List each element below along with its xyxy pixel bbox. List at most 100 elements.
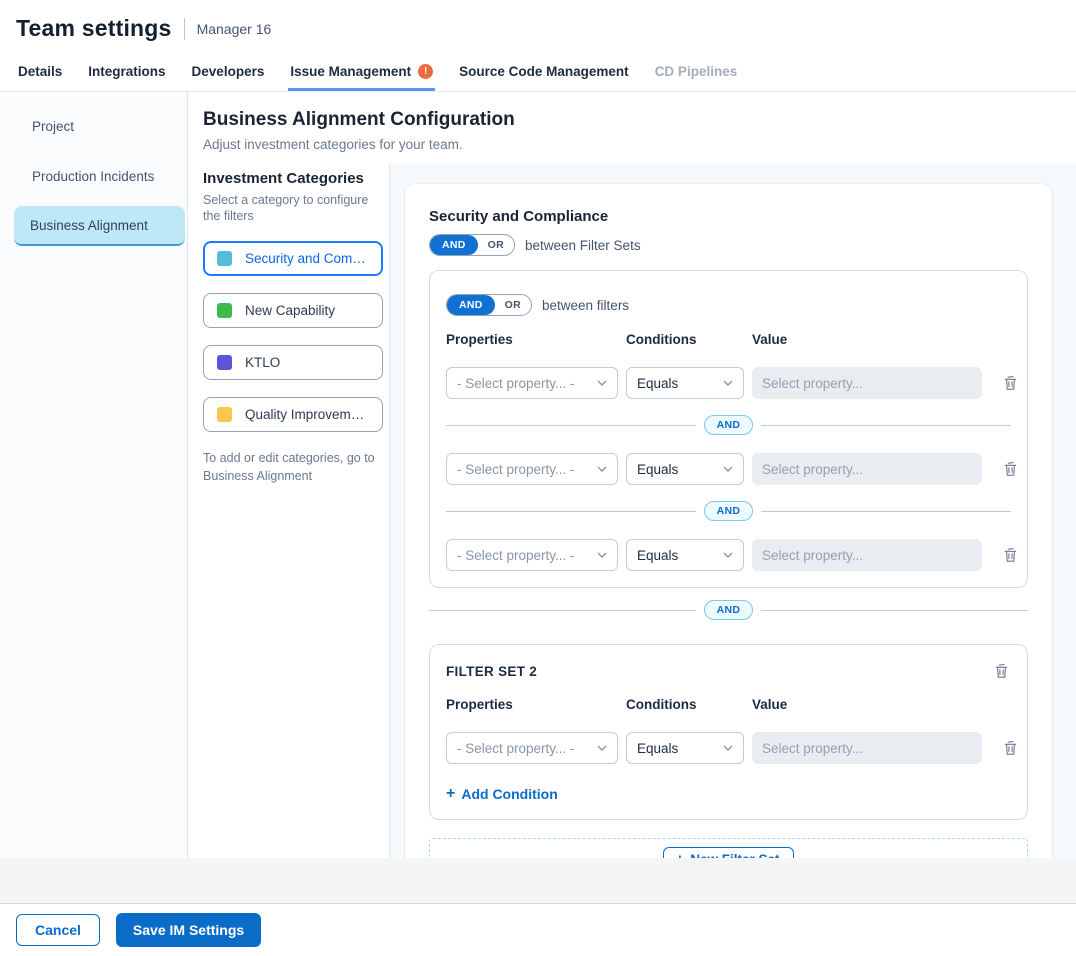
- trash-icon: [1003, 461, 1018, 477]
- tab-developers[interactable]: Developers: [190, 54, 267, 91]
- chevron-down-icon: [723, 552, 733, 558]
- condition-select-value: Equals: [637, 376, 678, 391]
- delete-row-button[interactable]: [1001, 545, 1020, 565]
- alert-badge-icon: !: [418, 64, 433, 79]
- category-label: New Capability: [245, 303, 335, 318]
- category-color-swatch: [217, 303, 232, 318]
- delete-row-button[interactable]: [1001, 459, 1020, 479]
- plus-icon: +: [446, 786, 455, 802]
- property-select-placeholder: - Select property... -: [457, 376, 575, 391]
- categories-title: Investment Categories: [203, 170, 381, 187]
- column-headers: Properties Conditions Value: [446, 695, 1011, 714]
- add-condition-label: Add Condition: [461, 786, 557, 802]
- category-label: Security and Compli...: [245, 251, 370, 266]
- and-or-toggle[interactable]: AND OR: [429, 234, 515, 256]
- condition-select[interactable]: Equals: [626, 732, 744, 764]
- property-select[interactable]: - Select property... -: [446, 453, 618, 485]
- section-subtitle: Adjust investment categories for your te…: [203, 137, 1052, 152]
- selected-category-title: Security and Compliance: [429, 208, 1028, 225]
- sidebar-item-project[interactable]: Project: [0, 106, 187, 147]
- value-column-header: Value: [752, 330, 982, 349]
- and-connector-pill: AND: [704, 501, 754, 521]
- condition-select[interactable]: Equals: [626, 539, 744, 571]
- category-list: Security and Compli... New Capability KT…: [203, 241, 381, 432]
- team-name: Manager 16: [197, 21, 272, 37]
- and-connector-pill: AND: [704, 600, 754, 620]
- condition-select[interactable]: Equals: [626, 453, 744, 485]
- properties-column-header: Properties: [446, 695, 618, 714]
- category-button-security-and-compliance[interactable]: Security and Compli...: [203, 241, 383, 276]
- categories-description: Select a category to configure the filte…: [203, 192, 373, 225]
- and-connector: AND: [446, 415, 1011, 435]
- and-option[interactable]: AND: [430, 235, 478, 255]
- property-select[interactable]: - Select property... -: [446, 367, 618, 399]
- prefooter-band: [0, 858, 1076, 903]
- categories-note: To add or edit categories, go to Busines…: [203, 449, 378, 485]
- body-row: Project Production Incidents Business Al…: [0, 92, 1076, 858]
- between-filters-label: between filters: [542, 298, 629, 313]
- tab-issue-management[interactable]: Issue Management !: [288, 54, 435, 91]
- and-connector-between-sets: AND: [429, 600, 1028, 620]
- tab-details[interactable]: Details: [16, 54, 64, 91]
- conditions-column-header: Conditions: [626, 695, 744, 714]
- property-select[interactable]: - Select property... -: [446, 732, 618, 764]
- delete-row-button[interactable]: [1001, 738, 1020, 758]
- value-input[interactable]: [752, 453, 982, 485]
- value-column-header: Value: [752, 695, 982, 714]
- condition-select[interactable]: Equals: [626, 367, 744, 399]
- properties-column-header: Properties: [446, 330, 618, 349]
- trash-icon: [1003, 547, 1018, 563]
- category-color-swatch: [217, 407, 232, 422]
- property-select-placeholder: - Select property... -: [457, 462, 575, 477]
- category-filter-card: Security and Compliance AND OR between F…: [405, 184, 1052, 904]
- tab-bar: Details Integrations Developers Issue Ma…: [0, 54, 1076, 92]
- filters-operator-row: AND OR between filters: [446, 294, 1011, 316]
- filter-set-2-title: FILTER SET 2: [446, 664, 989, 679]
- filter-configuration-area: Security and Compliance AND OR between F…: [390, 164, 1076, 858]
- property-select-placeholder: - Select property... -: [457, 548, 575, 563]
- chevron-down-icon: [723, 380, 733, 386]
- or-option[interactable]: OR: [478, 235, 514, 255]
- tab-cd-pipelines: CD Pipelines: [653, 54, 740, 91]
- filter-set-2: FILTER SET 2 Properties Conditions Value: [429, 644, 1028, 820]
- tab-source-code-management[interactable]: Source Code Management: [457, 54, 631, 91]
- and-option[interactable]: AND: [447, 295, 495, 315]
- value-input[interactable]: [752, 732, 982, 764]
- category-button-new-capability[interactable]: New Capability: [203, 293, 383, 328]
- property-select[interactable]: - Select property... -: [446, 539, 618, 571]
- trash-icon: [994, 663, 1009, 679]
- and-or-toggle[interactable]: AND OR: [446, 294, 532, 316]
- condition-select-value: Equals: [637, 462, 678, 477]
- chevron-down-icon: [597, 380, 607, 386]
- category-button-quality-improvements[interactable]: Quality Improvements: [203, 397, 383, 432]
- delete-row-button[interactable]: [1001, 373, 1020, 393]
- save-im-settings-button[interactable]: Save IM Settings: [116, 913, 261, 947]
- chevron-down-icon: [597, 466, 607, 472]
- filter-row: - Select property... - Equals: [446, 453, 1011, 485]
- conditions-column-header: Conditions: [626, 330, 744, 349]
- investment-categories-panel: Investment Categories Select a category …: [188, 164, 390, 858]
- filter-set-2-header: FILTER SET 2: [446, 661, 1011, 681]
- column-headers: Properties Conditions Value: [446, 330, 1011, 349]
- sidebar-item-production-incidents[interactable]: Production Incidents: [0, 156, 187, 197]
- page-heading: Team settings: [16, 15, 172, 42]
- app-header: Team settings Manager 16: [0, 0, 1076, 54]
- chevron-down-icon: [723, 745, 733, 751]
- tab-integrations[interactable]: Integrations: [86, 54, 167, 91]
- main-columns: Investment Categories Select a category …: [188, 164, 1076, 858]
- category-button-ktlo[interactable]: KTLO: [203, 345, 383, 380]
- trash-icon: [1003, 740, 1018, 756]
- property-select-placeholder: - Select property... -: [457, 741, 575, 756]
- sidebar-item-business-alignment[interactable]: Business Alignment: [14, 206, 185, 246]
- main-content: Business Alignment Configuration Adjust …: [188, 92, 1076, 858]
- value-input[interactable]: [752, 367, 982, 399]
- condition-select-value: Equals: [637, 548, 678, 563]
- delete-filter-set-button[interactable]: [992, 661, 1011, 681]
- filter-row: - Select property... - Equals: [446, 732, 1011, 764]
- filter-set-1: AND OR between filters Properties Condit…: [429, 270, 1028, 588]
- or-option[interactable]: OR: [495, 295, 531, 315]
- value-input[interactable]: [752, 539, 982, 571]
- category-label: Quality Improvements: [245, 407, 370, 422]
- cancel-button[interactable]: Cancel: [16, 914, 100, 946]
- add-condition-button[interactable]: + Add Condition: [446, 786, 558, 802]
